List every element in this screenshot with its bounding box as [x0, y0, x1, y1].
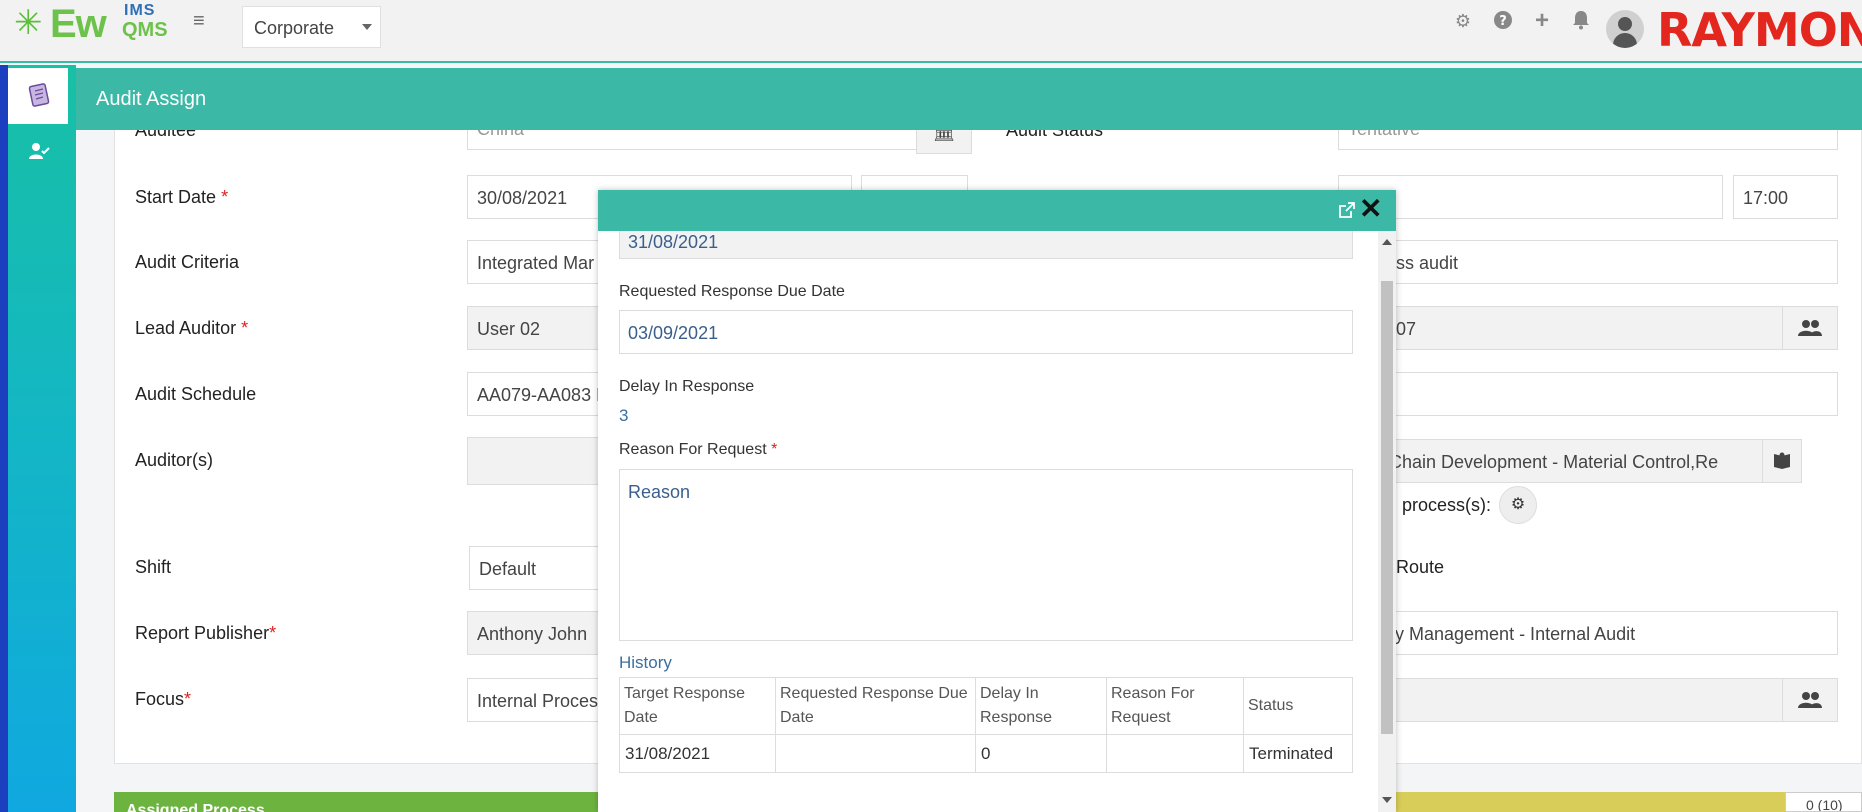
- app-logo[interactable]: ✳ Ew IMS QMS: [12, 2, 168, 46]
- sidebar: [0, 65, 76, 812]
- target-response-date-field[interactable]: 31/08/2021: [619, 231, 1353, 259]
- settings-icon[interactable]: ⚙: [1452, 10, 1474, 32]
- logo-ims: IMS: [124, 2, 156, 19]
- audit-type-field[interactable]: ss audit: [1338, 240, 1838, 284]
- book-icon[interactable]: [1762, 439, 1802, 483]
- history-cell-reason: [1106, 734, 1244, 773]
- focus-right-field[interactable]: [1338, 678, 1783, 722]
- page-title-overlay: Audit Assign: [96, 88, 207, 110]
- history-table: Target Response Date Requested Response …: [619, 677, 1353, 773]
- end-time-field[interactable]: 17:00: [1733, 175, 1838, 219]
- gears-icon[interactable]: ⚙: [1499, 486, 1537, 524]
- close-icon[interactable]: ✕: [1359, 194, 1382, 224]
- users-icon-2[interactable]: [1782, 678, 1838, 722]
- help-icon[interactable]: ?: [1492, 10, 1514, 32]
- expand-icon[interactable]: [1339, 202, 1355, 218]
- modal-scrollbar[interactable]: [1378, 231, 1396, 812]
- audit-criteria-label: Audit Criteria: [135, 252, 240, 272]
- logo-main: Ew: [50, 2, 107, 46]
- requested-due-field[interactable]: 03/09/2021: [619, 310, 1353, 354]
- history-cell-status: Terminated: [1243, 734, 1353, 773]
- sidebar-item-users[interactable]: [8, 125, 68, 181]
- right-empty-field[interactable]: [1338, 372, 1838, 416]
- response-date-modal: ✕ 31/08/2021 Requested Response Due Date…: [598, 190, 1396, 812]
- assigned-process-bar[interactable]: Assigned Process: [114, 792, 614, 812]
- users-icon[interactable]: [1782, 306, 1838, 350]
- process-label: process(s):: [1402, 495, 1492, 515]
- history-link[interactable]: History: [619, 653, 672, 673]
- scroll-thumb[interactable]: [1381, 281, 1393, 734]
- user-check-icon: [29, 143, 50, 159]
- count-badge: 0 (10): [1785, 792, 1862, 812]
- yellow-bar: [1395, 792, 1785, 812]
- process-field[interactable]: y Chain Development - Material Control,R…: [1338, 439, 1763, 483]
- history-col-target: Target Response Date: [619, 677, 776, 735]
- history-col-status: Status: [1243, 677, 1353, 735]
- right-user-field[interactable]: 07: [1338, 306, 1783, 350]
- history-col-delay: Delay In Response: [975, 677, 1107, 735]
- shift-label: Shift: [135, 557, 172, 577]
- org-select[interactable]: Corporate: [242, 6, 381, 48]
- sidebar-stripe: [0, 65, 8, 812]
- history-header-row: Target Response Date Requested Response …: [619, 677, 1353, 735]
- bell-icon[interactable]: [1570, 10, 1592, 32]
- scroll-down-icon[interactable]: [1382, 797, 1392, 803]
- chevron-down-icon: [362, 24, 372, 30]
- focus-label: Focus*: [135, 689, 192, 709]
- history-cell-requested: [775, 734, 976, 773]
- department-field[interactable]: y Management - Internal Audit: [1338, 611, 1838, 655]
- history-cell-target: 31/08/2021: [619, 734, 776, 773]
- logo-burst-icon: ✳: [14, 4, 43, 42]
- report-publisher-label: Report Publisher*: [135, 623, 277, 643]
- audit-schedule-label: Audit Schedule: [135, 384, 257, 404]
- scroll-up-icon[interactable]: [1382, 239, 1392, 245]
- svg-text:?: ?: [1499, 14, 1507, 29]
- brand-logo: RAYMONI: [1657, 3, 1862, 57]
- delay-label: Delay In Response: [619, 378, 755, 395]
- modal-header: ✕: [598, 190, 1396, 231]
- menu-icon[interactable]: ≡: [193, 11, 211, 31]
- reason-textarea[interactable]: Reason: [619, 469, 1353, 641]
- user-avatar-icon[interactable]: [1606, 10, 1644, 48]
- plus-icon[interactable]: +: [1531, 9, 1553, 33]
- requested-due-label: Requested Response Due Date: [619, 283, 845, 300]
- delay-value: 3: [619, 406, 629, 425]
- history-col-reason: Reason For Request: [1106, 677, 1244, 735]
- audit-doc-icon: [28, 83, 50, 107]
- top-bar: ✳ Ew IMS QMS ≡ Corporate ⚙ ? + RAYMONI: [0, 0, 1862, 63]
- history-col-requested: Requested Response Due Date: [775, 677, 976, 735]
- start-date-label: Start Date *: [135, 187, 229, 207]
- org-select-value: Corporate: [254, 18, 335, 38]
- history-cell-delay: 0: [975, 734, 1107, 773]
- modal-body: 31/08/2021 Requested Response Due Date 0…: [598, 231, 1378, 812]
- page-header-overlay: Audit Assign: [76, 68, 1862, 130]
- table-row: 31/08/2021 0 Terminated: [619, 734, 1353, 773]
- auditors-label: Auditor(s): [135, 450, 214, 470]
- route-label: Route: [1396, 557, 1445, 577]
- logo-qms: QMS: [122, 19, 168, 41]
- reason-label: Reason For Request *: [619, 441, 778, 458]
- lead-auditor-label: Lead Auditor *: [135, 318, 249, 338]
- sidebar-item-audit[interactable]: [8, 68, 68, 124]
